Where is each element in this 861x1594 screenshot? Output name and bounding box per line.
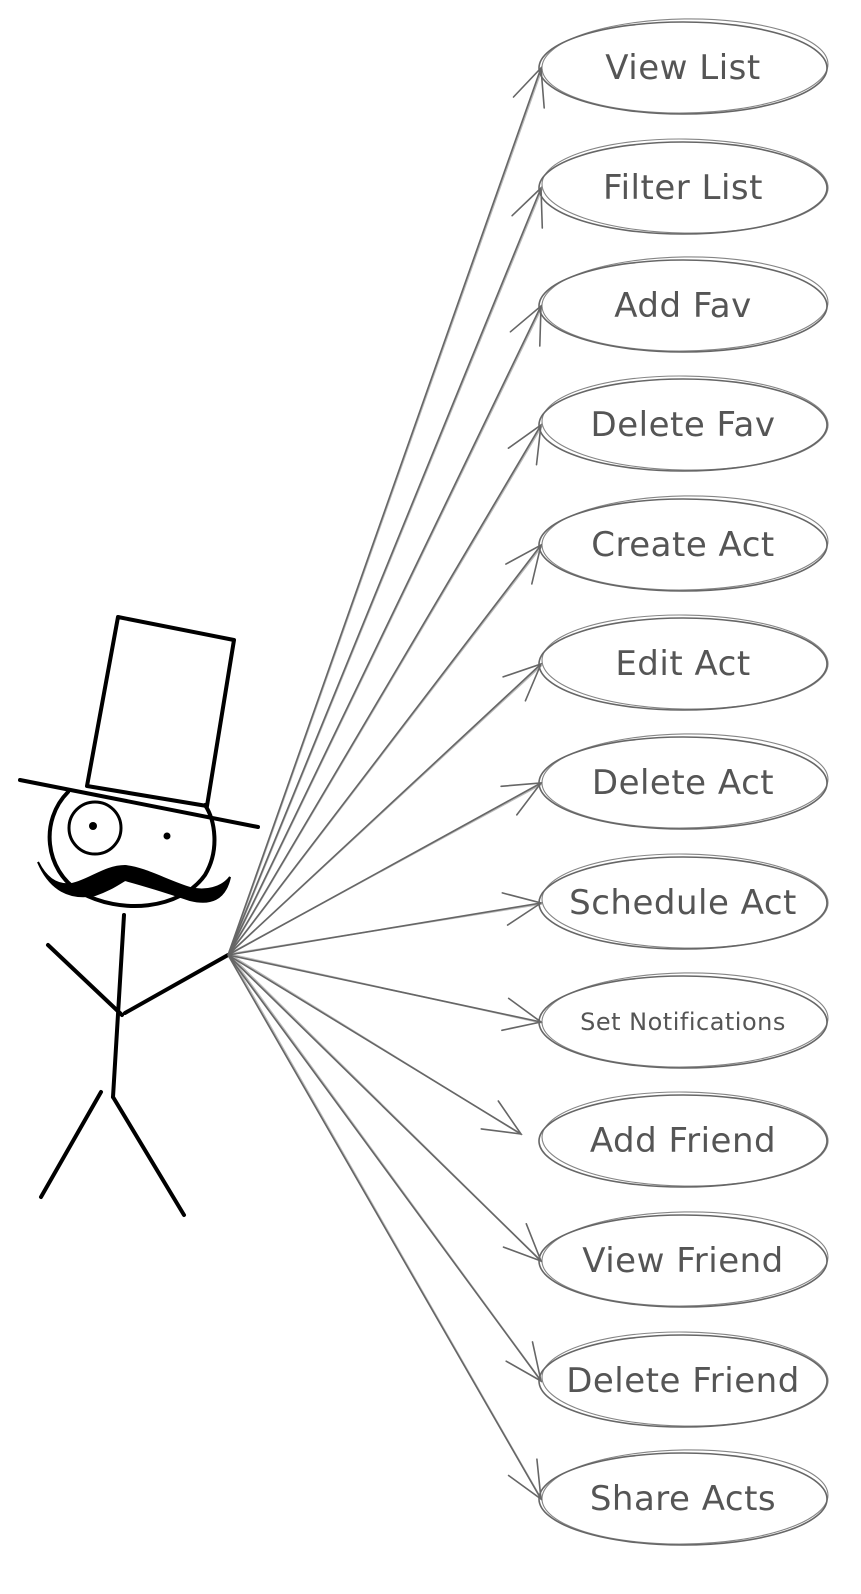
association-line-shadow-filter-list	[228, 188, 543, 955]
use-case-label-add-fav: Add Fav	[614, 286, 752, 326]
association-line-shadow-view-list	[228, 68, 543, 955]
use-case-label-create-act: Create Act	[591, 525, 774, 565]
use-case-label-set-notifications: Set Notifications	[580, 1008, 786, 1036]
association-line-shadow-delete-friend	[228, 953, 543, 1383]
right-leg	[111, 1095, 186, 1217]
arrowhead-icon	[507, 423, 542, 466]
use-case-label-delete-fav: Delete Fav	[591, 405, 776, 445]
right-arm	[123, 953, 230, 1015]
use-case-label-view-list: View List	[605, 48, 760, 88]
hat-brim	[18, 778, 260, 829]
left-leg	[39, 1090, 103, 1199]
association-line-shadow-share-acts	[228, 953, 543, 1501]
association-line-shadow-view-friend	[228, 953, 543, 1263]
associations	[227, 66, 545, 1501]
use-case-label-schedule-act: Schedule Act	[569, 883, 797, 923]
top-hat-icon	[85, 615, 236, 808]
use-case-label-edit-act: Edit Act	[615, 644, 750, 684]
left-eye	[89, 822, 97, 830]
actor-stick-figure-icon	[18, 615, 260, 1217]
arrowhead-icon	[507, 1458, 542, 1501]
use-cases: View List Filter List Add Fav Delete Fav Cre…	[538, 18, 829, 1546]
use-case-label-delete-act: Delete Act	[592, 763, 774, 803]
association-line-shadow-add-fav	[228, 306, 543, 955]
use-case-label-delete-friend: Delete Friend	[566, 1361, 800, 1401]
association-line-shadow-delete-fav	[228, 425, 543, 955]
association-line-shadow-set-notifications	[228, 953, 543, 1024]
use-case-label-view-friend: View Friend	[582, 1241, 784, 1281]
use-case-label-share-acts: Share Acts	[590, 1479, 776, 1519]
association-line-shadow-add-friend	[228, 953, 523, 1136]
use-case-label-add-friend: Add Friend	[590, 1121, 776, 1161]
arrowhead-icon	[480, 1100, 523, 1136]
association-line-shadow-create-act	[228, 545, 543, 955]
left-arm	[46, 943, 124, 1017]
use-case-label-filter-list: Filter List	[603, 168, 763, 208]
use-case-diagram: View List Filter List Add Fav Delete Fav Cre…	[18, 18, 829, 1546]
right-eye	[163, 832, 171, 840]
